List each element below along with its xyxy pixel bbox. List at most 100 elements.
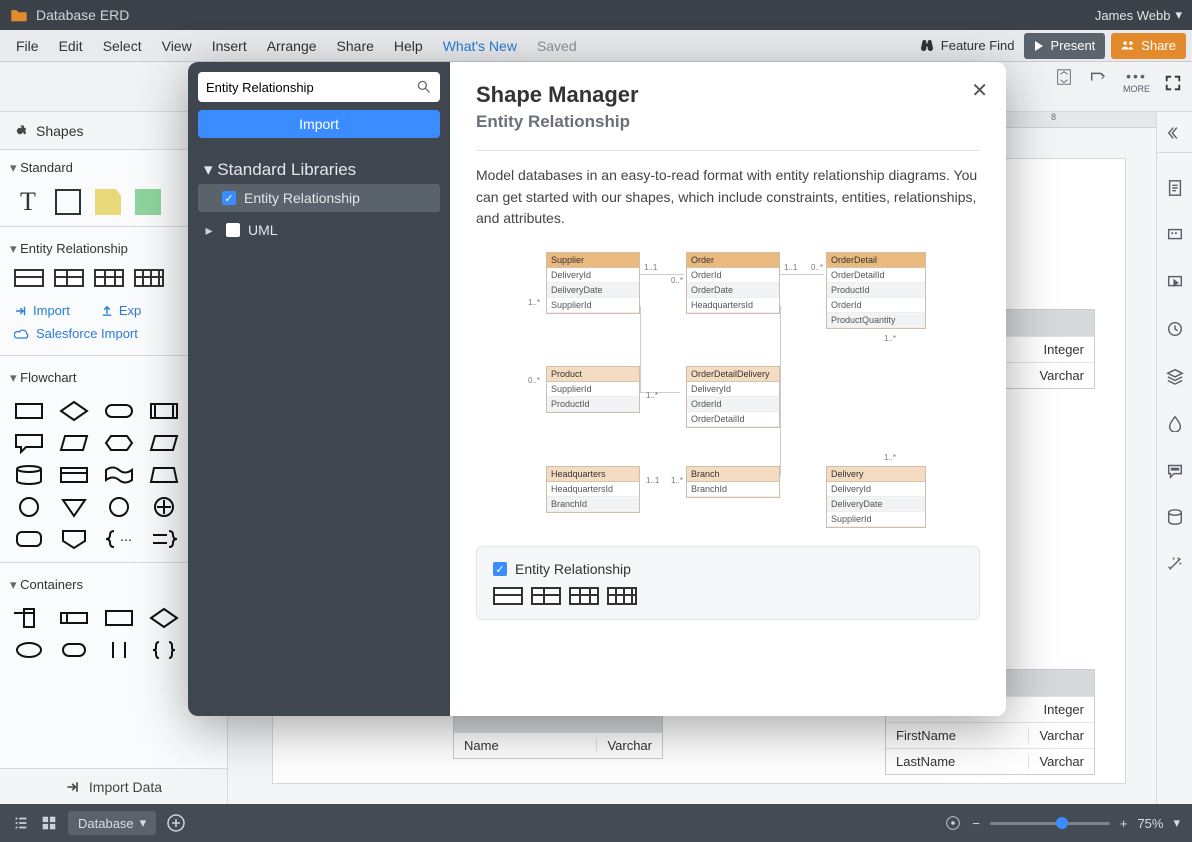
ct-4[interactable] xyxy=(149,607,179,629)
fc-wave[interactable] xyxy=(104,464,134,486)
fc-trap[interactable] xyxy=(149,464,179,486)
search-input[interactable] xyxy=(206,80,416,95)
fc-card[interactable] xyxy=(59,464,89,486)
zoom-value[interactable]: 75% xyxy=(1137,816,1163,831)
folder-icon xyxy=(10,8,28,22)
menu-insert[interactable]: Insert xyxy=(202,32,257,60)
checkbox-icon[interactable]: ✓ xyxy=(493,562,507,576)
er-shape-3[interactable] xyxy=(94,269,124,287)
magic-icon[interactable] xyxy=(1166,555,1184,576)
er-shape-1[interactable] xyxy=(493,587,523,605)
document-title[interactable]: Database ERD xyxy=(36,7,129,23)
fc-cross[interactable] xyxy=(149,496,179,518)
comment-icon[interactable] xyxy=(1166,226,1184,247)
menu-edit[interactable]: Edit xyxy=(49,32,93,60)
import-shapes-button[interactable]: Import xyxy=(198,110,440,138)
er-shape-2[interactable] xyxy=(531,587,561,605)
fc-lines[interactable] xyxy=(149,528,179,550)
fc-para[interactable] xyxy=(149,432,179,454)
doc-icon[interactable] xyxy=(1166,179,1184,200)
er-shape-3[interactable] xyxy=(569,587,599,605)
er-shape-4[interactable] xyxy=(607,587,637,605)
note-shape[interactable] xyxy=(94,188,122,216)
fullscreen-icon[interactable] xyxy=(1164,74,1182,95)
fc-rect[interactable] xyxy=(14,400,44,422)
ct-1[interactable] xyxy=(14,607,44,629)
er-shape-4[interactable] xyxy=(134,269,164,287)
menu-share[interactable]: Share xyxy=(327,32,384,60)
collapse-dock[interactable] xyxy=(1157,124,1192,153)
import-link[interactable]: Import xyxy=(14,303,70,318)
grid-view-icon[interactable] xyxy=(40,814,58,832)
fc-trapl[interactable] xyxy=(59,432,89,454)
menu-arrange[interactable]: Arrange xyxy=(257,32,327,60)
ink-icon[interactable] xyxy=(1166,414,1184,435)
ct-8[interactable] xyxy=(104,639,134,661)
page-selector[interactable]: Database▾ xyxy=(68,811,156,835)
er-shape-2[interactable] xyxy=(54,269,84,287)
menu-select[interactable]: Select xyxy=(93,32,152,60)
user-menu[interactable]: James Webb ▾ xyxy=(1095,7,1182,23)
import-icon xyxy=(65,779,81,795)
fc-hex[interactable] xyxy=(104,432,134,454)
zoom-out[interactable]: − xyxy=(972,816,980,831)
clock-icon[interactable] xyxy=(1166,320,1184,341)
search-icon xyxy=(416,79,432,95)
rect-shape[interactable] xyxy=(54,188,82,216)
expand-icon[interactable]: ▸ xyxy=(204,222,214,239)
modal-subtitle: Entity Relationship xyxy=(476,112,980,132)
list-view-icon[interactable] xyxy=(12,814,30,832)
ct-2[interactable] xyxy=(59,607,89,629)
line-route-icon[interactable] xyxy=(1089,68,1107,86)
ruler-tick: 8 xyxy=(1051,112,1056,122)
fc-cyl[interactable] xyxy=(14,464,44,486)
lib-item-uml[interactable]: ▸ UML xyxy=(198,216,440,244)
er-shape-1[interactable] xyxy=(14,269,44,287)
fc-circ2[interactable] xyxy=(104,496,134,518)
close-icon[interactable]: ✕ xyxy=(971,78,988,103)
block-shape[interactable] xyxy=(134,188,162,216)
feature-find[interactable]: Feature Find xyxy=(919,38,1015,53)
shape-search[interactable] xyxy=(198,72,440,102)
lib-item-entity-relationship[interactable]: ✓ Entity Relationship xyxy=(198,184,440,212)
database-icon[interactable] xyxy=(1166,508,1184,529)
ct-6[interactable] xyxy=(14,639,44,661)
cloud-icon xyxy=(14,328,30,340)
fc-double[interactable] xyxy=(149,400,179,422)
fc-shield[interactable] xyxy=(59,528,89,550)
target-icon[interactable] xyxy=(944,814,962,832)
menu-file[interactable]: File xyxy=(6,32,49,60)
menu-whats-new[interactable]: What's New xyxy=(433,32,527,60)
fc-pill[interactable] xyxy=(104,400,134,422)
menu-help[interactable]: Help xyxy=(384,32,433,60)
zoom-in[interactable]: + xyxy=(1120,816,1128,831)
fc-tri[interactable] xyxy=(59,496,89,518)
fc-round[interactable] xyxy=(14,528,44,550)
present-button[interactable]: Present xyxy=(1024,33,1105,59)
text-shape[interactable]: T xyxy=(14,188,42,216)
menu-view[interactable]: View xyxy=(152,32,202,60)
fc-brace[interactable]: ⋯ xyxy=(104,528,134,550)
fc-diamond[interactable] xyxy=(59,400,89,422)
layers-icon[interactable] xyxy=(1166,367,1184,388)
stepper-icon[interactable] xyxy=(1055,68,1073,86)
ct-7[interactable] xyxy=(59,639,89,661)
ct-3[interactable] xyxy=(104,607,134,629)
more-button[interactable]: ••• MORE xyxy=(1123,68,1150,94)
export-link[interactable]: Exp xyxy=(100,303,141,318)
chat-icon[interactable] xyxy=(1166,461,1184,482)
zoom-slider[interactable] xyxy=(990,822,1110,825)
chevron-down-icon[interactable]: ▾ xyxy=(1173,815,1180,831)
library-header[interactable]: Standard Libraries xyxy=(198,160,440,180)
people-icon xyxy=(1121,40,1135,52)
import-data-button[interactable]: Import Data xyxy=(0,768,227,804)
play-icon xyxy=(1034,41,1044,51)
share-button[interactable]: Share xyxy=(1111,33,1186,59)
checkbox-icon[interactable]: ✓ xyxy=(222,191,236,205)
fc-callout[interactable] xyxy=(14,432,44,454)
add-page-icon[interactable] xyxy=(166,813,186,833)
checkbox-icon[interactable] xyxy=(226,223,240,237)
present-icon[interactable] xyxy=(1166,273,1184,294)
ct-9[interactable] xyxy=(149,639,179,661)
fc-circle[interactable] xyxy=(14,496,44,518)
